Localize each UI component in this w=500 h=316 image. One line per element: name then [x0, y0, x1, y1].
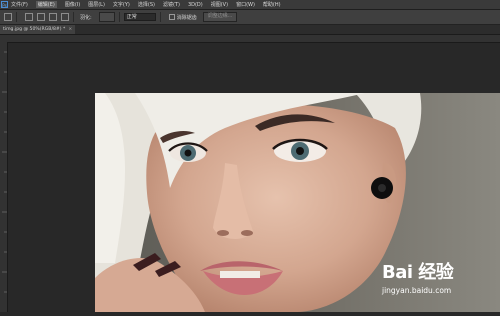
menu-edit[interactable]: 编辑(E) — [35, 1, 57, 8]
refine-edge-button[interactable]: 调整边缘... — [202, 12, 238, 22]
menu-file[interactable]: 文件(F) — [11, 1, 28, 8]
ruler-vertical[interactable] — [0, 42, 8, 312]
close-icon[interactable]: × — [68, 27, 72, 32]
ruler-ticks — [2, 51, 7, 293]
menu-view[interactable]: 视图(V) — [211, 1, 228, 8]
separator — [16, 12, 17, 22]
menu-filter[interactable]: 滤镜(T) — [163, 1, 180, 8]
feather-input[interactable] — [98, 12, 115, 22]
separator — [73, 12, 74, 22]
subtract-selection-icon[interactable] — [49, 13, 57, 21]
antialias-label: 消除锯齿 — [176, 14, 197, 21]
ruler-horizontal[interactable] — [0, 35, 500, 50]
baidu-jingyan-watermark: Bai 经验 jingyan.baidu.com — [382, 258, 500, 312]
menu-3d[interactable]: 3D(D) — [188, 2, 203, 8]
menu-select[interactable]: 选择(S) — [138, 1, 155, 8]
add-selection-icon[interactable] — [37, 13, 45, 21]
watermark-url: jingyan.baidu.com — [382, 286, 452, 295]
separator — [118, 12, 120, 22]
menu-image[interactable]: 图像(I) — [65, 1, 80, 8]
menu-bar: Ps 文件(F) 编辑(E) 图像(I) 图层(L) 文字(Y) 选择(S) 滤… — [0, 0, 500, 10]
separator — [159, 12, 161, 22]
style-select[interactable]: 正常 — [123, 13, 156, 21]
marquee-tool-icon[interactable] — [4, 13, 12, 21]
photoshop-logo-icon: Ps — [1, 1, 8, 8]
antialias-checkbox[interactable] — [168, 14, 175, 20]
options-bar: 羽化: 正常 消除锯齿 调整边缘... — [0, 10, 500, 25]
intersect-selection-icon[interactable] — [61, 13, 69, 21]
menu-type[interactable]: 文字(Y) — [113, 1, 130, 8]
menu-window[interactable]: 窗口(W) — [236, 1, 255, 8]
feather-label: 羽化: — [80, 14, 92, 21]
menu-help[interactable]: 帮助(H) — [263, 1, 281, 8]
menu-layer[interactable]: 图层(L) — [88, 1, 105, 8]
document-tab[interactable]: timg.jpg @ 50%(RGB/8#) * × — [0, 25, 76, 34]
new-selection-icon[interactable] — [25, 13, 33, 21]
document-tab-bar: timg.jpg @ 50%(RGB/8#) * × — [0, 25, 500, 35]
watermark-brand: Bai 经验 — [382, 262, 454, 283]
document-tab-title: timg.jpg @ 50%(RGB/8#) * — [3, 27, 66, 32]
